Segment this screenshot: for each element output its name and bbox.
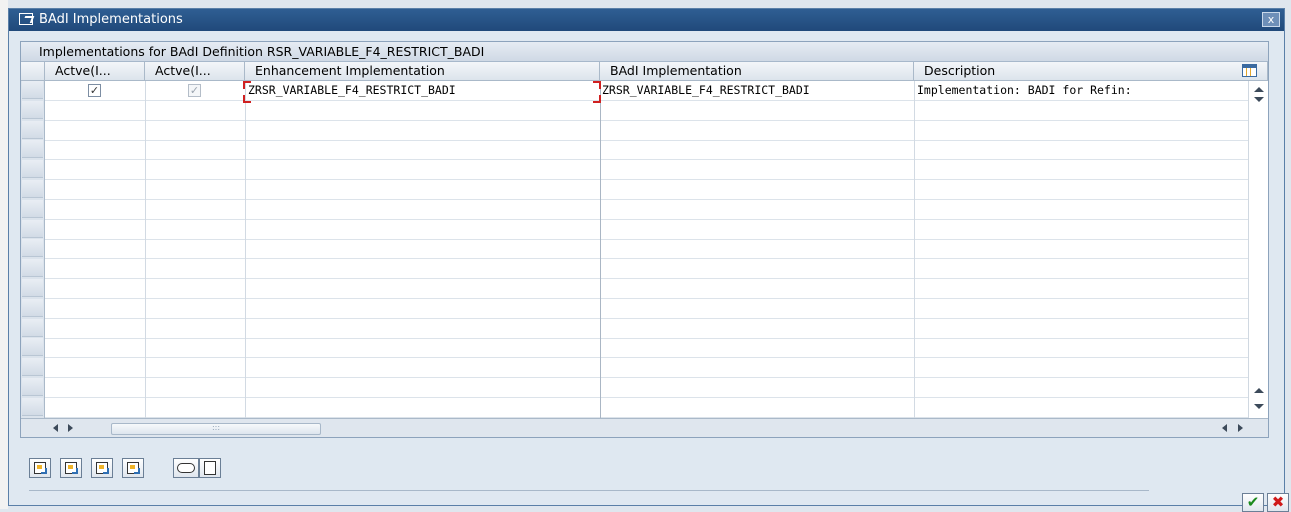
badi-implementation-cell[interactable]: ZRSR_VARIABLE_F4_RESTRICT_BADI: [602, 81, 913, 100]
active-checkbox-2: ✓: [188, 84, 201, 97]
column-layout-icon[interactable]: [1242, 64, 1257, 77]
column-divider: [245, 81, 246, 418]
row-selector[interactable]: [22, 140, 43, 158]
new-entry-button[interactable]: [199, 458, 221, 478]
row-selector[interactable]: [22, 279, 43, 297]
column-divider: [600, 81, 601, 418]
scroll-right-arrow-icon[interactable]: [68, 424, 73, 432]
row-divider: [45, 397, 1248, 398]
row-selector[interactable]: [22, 398, 43, 416]
scroll-down-arrow-icon[interactable]: [1254, 97, 1264, 102]
vertical-scrollbar[interactable]: [1248, 81, 1268, 418]
row-selector[interactable]: [22, 299, 43, 317]
row-selector[interactable]: [22, 358, 43, 376]
close-button[interactable]: x: [1262, 12, 1280, 27]
ok-button[interactable]: ✔: [1242, 493, 1264, 512]
row-divider: [45, 100, 1248, 101]
column-divider: [914, 81, 915, 418]
row-divider: [45, 357, 1248, 358]
select-all-header[interactable]: [21, 62, 45, 81]
column-divider: [145, 81, 146, 418]
implementations-table: Implementations for BAdI Definition RSR_…: [20, 41, 1269, 438]
new-document-icon: [204, 461, 216, 475]
row-selector[interactable]: [22, 160, 43, 178]
active-checkbox-1[interactable]: ✓: [88, 84, 101, 97]
row-divider: [45, 298, 1248, 299]
row-selector[interactable]: [22, 239, 43, 257]
cancel-button[interactable]: ✖: [1267, 493, 1289, 512]
scroll-up-arrow-icon[interactable]: [1254, 388, 1264, 393]
row-selector[interactable]: [22, 319, 43, 337]
row-selector[interactable]: [22, 200, 43, 218]
description-cell[interactable]: Implementation: BADI for Refin:: [917, 81, 1247, 100]
cell-selection-marker: [243, 95, 251, 103]
row-selector[interactable]: [22, 81, 43, 99]
dialog-title: BAdI Implementations: [39, 12, 183, 27]
table-title: Implementations for BAdI Definition RSR_…: [21, 42, 1268, 62]
row-divider: [45, 140, 1248, 141]
column-header-active-2[interactable]: Actve(I...: [145, 62, 245, 81]
row-divider: [45, 179, 1248, 180]
row-selector-column: [21, 81, 45, 418]
column-header-badi-implementation[interactable]: BAdI Implementation: [600, 62, 914, 81]
row-divider: [45, 239, 1248, 240]
horizontal-scrollbar[interactable]: :::: [21, 418, 1268, 437]
row-divider: [45, 338, 1248, 339]
footer-divider: [29, 490, 1149, 491]
row-divider: [45, 219, 1248, 220]
create-implementation-button[interactable]: [29, 458, 51, 478]
delete-icon: [127, 462, 140, 474]
cell-selection-marker: [243, 81, 251, 89]
row-selector[interactable]: [22, 121, 43, 139]
dialog-icon: [19, 13, 33, 25]
row-selector[interactable]: [22, 220, 43, 238]
column-header-active-1[interactable]: Actve(I...: [45, 62, 145, 81]
row-selector[interactable]: [22, 338, 43, 356]
cell-selection-marker: [593, 81, 601, 89]
change-implementation-button[interactable]: [60, 458, 82, 478]
create-icon: [34, 462, 47, 474]
row-selector[interactable]: [22, 259, 43, 277]
row-selector[interactable]: [22, 180, 43, 198]
display-icon: [96, 462, 109, 474]
row-divider: [45, 159, 1248, 160]
column-header-enhancement-implementation[interactable]: Enhancement Implementation: [245, 62, 600, 81]
scroll-down-arrow-icon[interactable]: [1254, 404, 1264, 409]
row-divider: [45, 258, 1248, 259]
background-window-edge: [0, 0, 8, 509]
row-divider: [45, 318, 1248, 319]
row-selector[interactable]: [22, 378, 43, 396]
scroll-up-arrow-icon[interactable]: [1254, 87, 1264, 92]
display-implementation-button[interactable]: [91, 458, 113, 478]
scroll-left-arrow-icon[interactable]: [1222, 424, 1227, 432]
badi-implementations-dialog: BAdI Implementations x Implementations f…: [8, 8, 1289, 512]
row-divider: [45, 377, 1248, 378]
row-selector[interactable]: [22, 101, 43, 119]
enhancement-implementation-cell[interactable]: ZRSR_VARIABLE_F4_RESTRICT_BADI: [248, 81, 598, 100]
glasses-icon: [177, 463, 195, 473]
activate-implementation-button[interactable]: [173, 458, 199, 478]
delete-implementation-button[interactable]: [122, 458, 144, 478]
row-divider: [45, 120, 1248, 121]
row-divider: [45, 199, 1248, 200]
horizontal-scroll-thumb[interactable]: :::: [111, 423, 321, 435]
change-icon: [65, 462, 78, 474]
scroll-left-arrow-icon[interactable]: [53, 424, 58, 432]
dialog-titlebar: BAdI Implementations x: [9, 9, 1284, 31]
column-header-description[interactable]: Description: [914, 62, 1268, 81]
row-divider: [45, 278, 1248, 279]
cell-selection-marker: [593, 95, 601, 103]
scroll-right-arrow-icon[interactable]: [1238, 424, 1243, 432]
